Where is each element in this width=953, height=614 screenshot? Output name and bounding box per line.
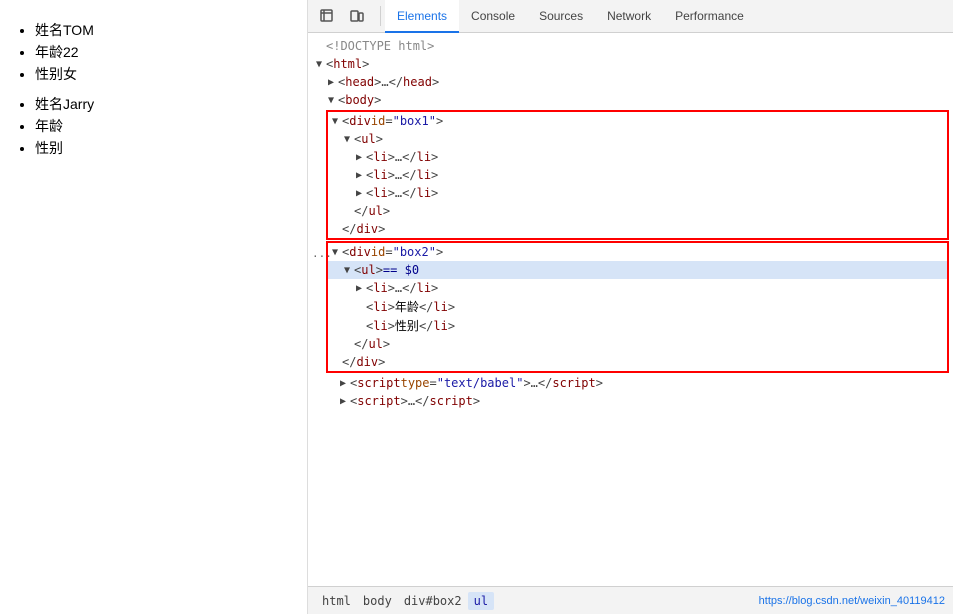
tab-sources[interactable]: Sources <box>527 0 595 33</box>
breadcrumb-ul[interactable]: ul <box>468 592 494 610</box>
html-line: <body> <box>308 91 953 109</box>
html-line: <ul> <box>328 130 947 148</box>
arrow[interactable] <box>328 77 338 88</box>
tab-network[interactable]: Network <box>595 0 663 33</box>
html-line: <script>…</script> <box>308 392 953 410</box>
html-line: <div id="box1"> <box>328 112 947 130</box>
html-line-highlighted: <ul> == $0 <box>328 261 947 279</box>
arrow[interactable] <box>344 134 354 145</box>
tab-console[interactable]: Console <box>459 0 527 33</box>
tab-separator <box>380 6 381 26</box>
breadcrumb-body[interactable]: body <box>357 592 398 610</box>
devtools-toolbar <box>308 3 376 29</box>
list-2: 姓名Jarry 年龄 性别 <box>15 94 292 158</box>
breadcrumb-bar: html body div#box2 ul https://blog.csdn.… <box>308 586 953 614</box>
box1-outline: <div id="box1"> <ul> <li>…</li> <li>…</l… <box>326 110 949 240</box>
arrow[interactable] <box>332 247 342 258</box>
arrow[interactable] <box>332 116 342 127</box>
device-toggle-icon[interactable] <box>344 3 370 29</box>
arrow[interactable] <box>356 188 366 199</box>
dom-tree[interactable]: ▶ <!DOCTYPE html> <html> <head>…</head> … <box>308 33 953 586</box>
html-line: <li>…</li> <box>328 184 947 202</box>
html-line: </ul> <box>328 202 947 220</box>
list-1: 姓名TOM 年龄22 性别女 <box>15 20 292 84</box>
devtools-url[interactable]: https://blog.csdn.net/weixin_40119412 <box>759 595 945 607</box>
arrow[interactable] <box>340 378 350 389</box>
html-line: </div> <box>328 353 947 371</box>
list-item: 年龄22 <box>35 42 292 62</box>
html-line: ▶ <!DOCTYPE html> <box>308 37 953 55</box>
html-line: <li>年龄</li> <box>328 297 947 316</box>
list-item: 年龄 <box>35 116 292 136</box>
html-line: <li>…</li> <box>328 279 947 297</box>
html-line: <head>…</head> <box>308 73 953 91</box>
html-line: <div id="box2"> <box>328 243 947 261</box>
html-line: </ul> <box>328 335 947 353</box>
arrow[interactable] <box>356 170 366 181</box>
html-line: <li>…</li> <box>328 148 947 166</box>
webpage-preview: 姓名TOM 年龄22 性别女 姓名Jarry 年龄 性别 <box>0 0 308 614</box>
arrow[interactable] <box>356 283 366 294</box>
html-line: <li>性别</li> <box>328 316 947 335</box>
html-line: <script type="text/babel">…</script> <box>308 374 953 392</box>
breadcrumb-div-box2[interactable]: div#box2 <box>398 592 468 610</box>
html-line: </div> <box>328 220 947 238</box>
list-item: 性别 <box>35 138 292 158</box>
arrow[interactable] <box>344 265 354 276</box>
arrow[interactable] <box>316 59 326 70</box>
devtools-tabs-bar: Elements Console Sources Network Perform… <box>308 0 953 33</box>
tab-elements[interactable]: Elements <box>385 0 459 33</box>
tab-performance[interactable]: Performance <box>663 0 756 33</box>
html-line: <html> <box>308 55 953 73</box>
arrow[interactable] <box>340 396 350 407</box>
list-item: 性别女 <box>35 64 292 84</box>
list-item: 姓名TOM <box>35 20 292 40</box>
inspect-element-icon[interactable] <box>314 3 340 29</box>
list-item: 姓名Jarry <box>35 94 292 114</box>
arrow[interactable] <box>356 152 366 163</box>
arrow[interactable] <box>328 95 338 106</box>
box2-outline: ... <div id="box2"> <ul> == $0 <li>…</li… <box>326 241 949 373</box>
html-line: <li>…</li> <box>328 166 947 184</box>
breadcrumb-html[interactable]: html <box>316 592 357 610</box>
devtools-panel: Elements Console Sources Network Perform… <box>308 0 953 614</box>
